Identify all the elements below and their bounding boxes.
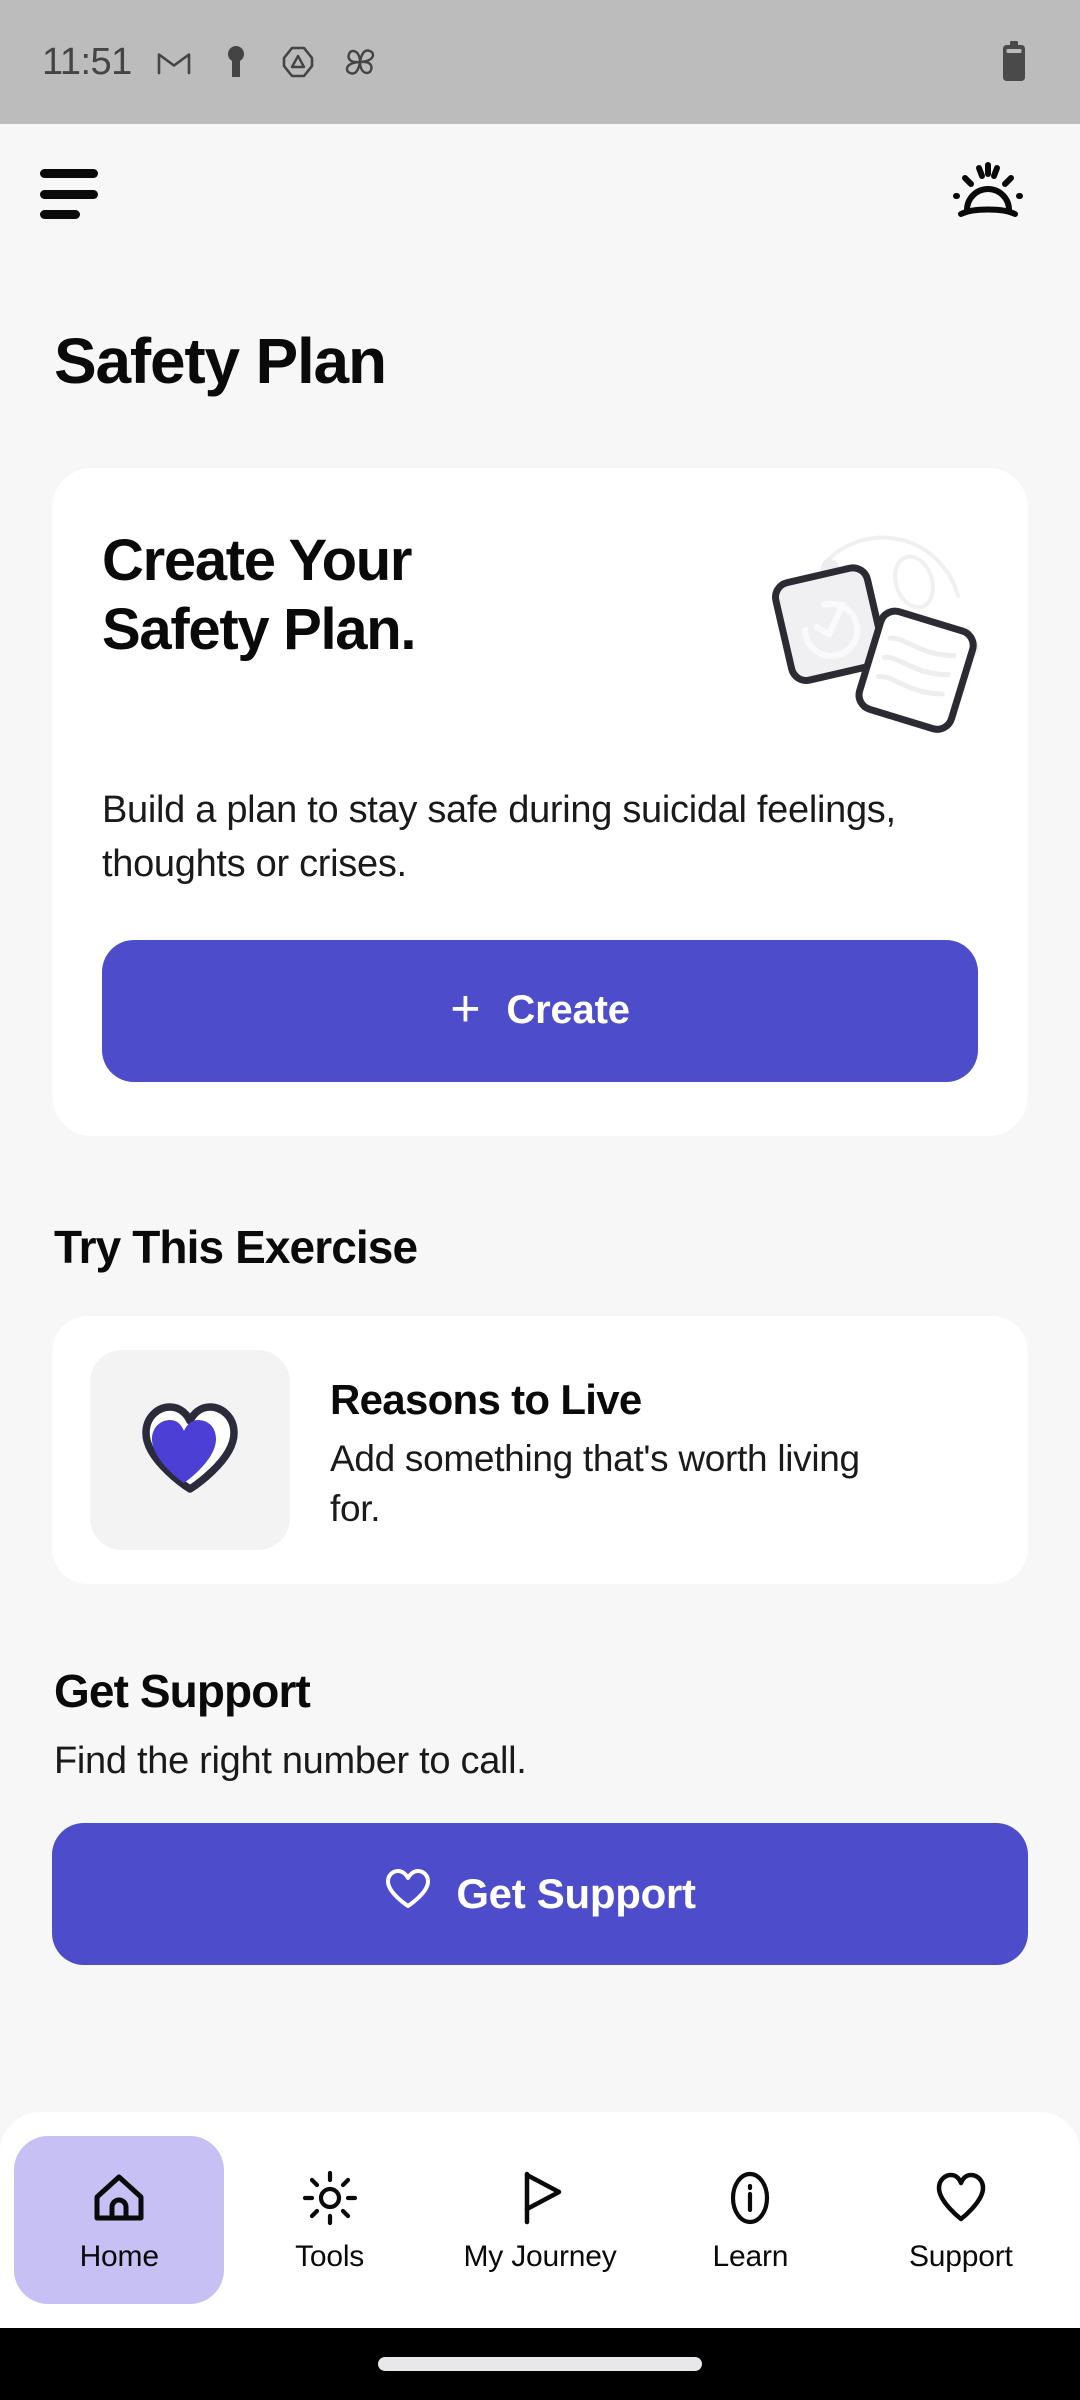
play-flag-icon	[510, 2168, 570, 2228]
nav-label-tools: Tools	[295, 2240, 365, 2273]
get-support-button[interactable]: Get Support	[52, 1822, 1028, 1965]
nav-label-support: Support	[908, 2240, 1013, 2273]
drive-triangle-icon	[278, 42, 318, 82]
info-circle-icon	[720, 2168, 780, 2228]
sunrise-icon[interactable]	[940, 146, 1036, 242]
hamburger-line	[40, 169, 98, 178]
gmail-icon	[154, 42, 194, 82]
home-icon	[89, 2168, 149, 2228]
heart-outline-icon	[384, 1867, 432, 1921]
nav-label-learn: Learn	[712, 2240, 789, 2273]
support-section-title: Get Support	[54, 1664, 311, 1717]
exercise-section-title: Try This Exercise	[54, 1220, 418, 1273]
app-bar	[0, 124, 1080, 264]
bottom-navigation-bar: Home Tools My Journey Learn Support	[0, 2112, 1080, 2328]
nav-label-home: Home	[79, 2240, 159, 2273]
hero-description: Build a plan to stay safe during suicida…	[102, 789, 896, 885]
hero-card-top: Create Your Safety Plan.	[102, 526, 979, 740]
battery-icon	[994, 41, 1034, 82]
gesture-pill[interactable]	[378, 2357, 702, 2371]
status-bar: 11:51	[0, 0, 1080, 124]
nav-label-my-journey: My Journey	[463, 2240, 617, 2273]
hamburger-line	[40, 189, 98, 199]
support-section-subtitle: Find the right number to call.	[54, 1739, 527, 1782]
page-title: Safety Plan	[54, 325, 387, 397]
phone-screen: 11:51 Safety Plan Create Your Safety Pla…	[0, 0, 1080, 2400]
status-bar-right	[994, 41, 1034, 82]
gesture-navigation-area	[0, 2328, 1080, 2400]
plus-icon: +	[450, 979, 481, 1038]
get-support-button-label: Get Support	[456, 1869, 696, 1917]
create-button[interactable]: + Create	[102, 939, 978, 1082]
pinwheel-icon	[340, 42, 380, 82]
nav-item-tools[interactable]: Tools	[224, 2136, 434, 2304]
exercise-icon-container	[90, 1349, 290, 1550]
nav-item-learn[interactable]: Learn	[645, 2136, 855, 2304]
exercise-card-description: Add something that's worth living for.	[330, 1437, 860, 1529]
hamburger-line	[40, 210, 80, 219]
heart-icon	[134, 1395, 246, 1504]
nav-item-my-journey[interactable]: My Journey	[435, 2136, 645, 2304]
two-notes-checkmark-illustration	[762, 530, 992, 740]
heart-outline-icon	[931, 2168, 991, 2228]
status-bar-left: 11:51	[42, 41, 380, 84]
sun-icon	[300, 2168, 360, 2228]
keyhole-icon	[216, 42, 256, 82]
status-clock: 11:51	[42, 40, 132, 83]
hamburger-menu-icon[interactable]	[40, 165, 114, 223]
hero-heading: Create Your Safety Plan.	[102, 528, 417, 663]
main-content: Safety Plan Create Your Safety Plan. Bui…	[0, 264, 1080, 2112]
exercise-card-title: Reasons to Live	[330, 1375, 642, 1423]
exercise-card-reasons-to-live[interactable]: Reasons to Live Add something that's wor…	[52, 1315, 1028, 1584]
create-safety-plan-card: Create Your Safety Plan. Build a plan to…	[52, 468, 1028, 1136]
nav-item-support[interactable]: Support	[856, 2136, 1066, 2304]
create-button-label: Create	[506, 988, 630, 1033]
exercise-card-text: Reasons to Live Add something that's wor…	[330, 1350, 890, 1534]
nav-item-home[interactable]: Home	[14, 2136, 225, 2304]
